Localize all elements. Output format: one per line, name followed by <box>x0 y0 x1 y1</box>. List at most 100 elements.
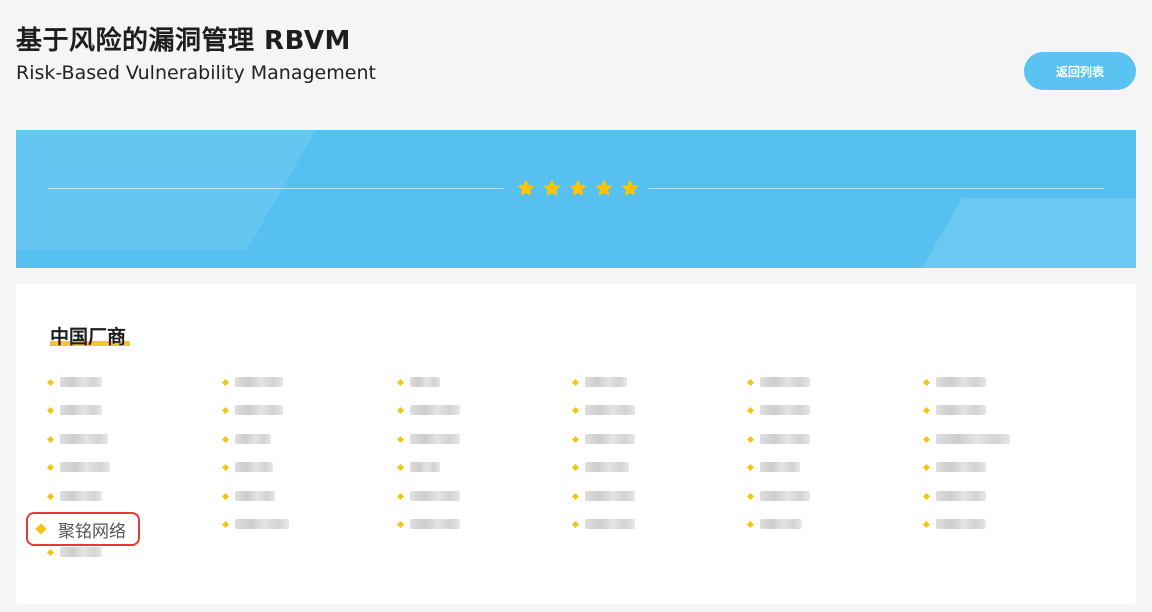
vendor-item[interactable] <box>922 400 986 420</box>
diamond-bullet-icon <box>571 378 580 386</box>
vendor-name-obscured <box>936 519 986 529</box>
banner-decoration <box>869 198 1136 268</box>
diamond-bullet-icon <box>46 548 55 556</box>
vendor-name-obscured <box>60 434 108 444</box>
vendor-name-obscured <box>936 405 986 415</box>
diamond-bullet-icon <box>922 378 931 386</box>
diamond-bullet-icon <box>46 435 55 443</box>
vendor-item[interactable] <box>46 457 110 477</box>
vendor-item[interactable] <box>396 486 460 506</box>
vendor-item[interactable] <box>746 429 810 449</box>
diamond-bullet-icon <box>922 520 931 528</box>
diamond-bullet-icon <box>746 492 755 500</box>
vendor-name-obscured <box>410 377 440 387</box>
vendor-name: 聚铭网络 <box>58 521 126 542</box>
vendor-item[interactable] <box>46 400 102 420</box>
vendor-item[interactable] <box>571 429 635 449</box>
vendor-name-obscured <box>235 519 289 529</box>
star-icon <box>517 179 535 196</box>
diamond-bullet-icon <box>46 378 55 386</box>
diamond-bullet-icon <box>221 520 230 528</box>
back-to-list-button[interactable]: 返回列表 <box>1024 52 1136 90</box>
vendor-item[interactable] <box>922 429 1010 449</box>
vendor-item-highlighted[interactable]: 聚铭网络 <box>26 512 140 546</box>
vendor-name-obscured <box>585 491 635 501</box>
vendor-item[interactable] <box>571 400 635 420</box>
diamond-bullet-icon <box>46 492 55 500</box>
vendor-item[interactable] <box>571 372 627 392</box>
diamond-bullet-icon <box>922 406 931 414</box>
vendor-name-obscured <box>60 377 102 387</box>
diamond-bullet-icon <box>46 463 55 471</box>
vendor-item[interactable] <box>396 514 460 534</box>
vendor-item[interactable] <box>46 486 102 506</box>
vendor-item[interactable] <box>922 372 986 392</box>
vendor-list <box>46 372 1116 572</box>
vendor-name-obscured <box>936 434 1010 444</box>
vendor-name-obscured <box>585 434 635 444</box>
diamond-bullet-icon <box>221 435 230 443</box>
diamond-bullet-icon <box>396 463 405 471</box>
vendor-name-obscured <box>936 462 986 472</box>
vendor-name-obscured <box>60 462 110 472</box>
page-subtitle: Risk-Based Vulnerability Management <box>16 62 376 84</box>
vendor-item[interactable] <box>396 457 440 477</box>
diamond-bullet-icon <box>396 378 405 386</box>
vendor-item[interactable] <box>922 486 986 506</box>
diamond-bullet-icon <box>571 463 580 471</box>
star-icon <box>543 179 561 196</box>
vendor-item[interactable] <box>221 400 283 420</box>
vendor-item[interactable] <box>746 514 802 534</box>
page-header: 基于风险的漏洞管理 RBVM Risk-Based Vulnerability … <box>16 18 1136 98</box>
vendor-name-obscured <box>60 491 102 501</box>
vendor-item[interactable] <box>746 457 800 477</box>
vendor-item[interactable] <box>746 486 810 506</box>
vendor-name-obscured <box>760 491 810 501</box>
diamond-bullet-icon <box>221 463 230 471</box>
vendor-item[interactable] <box>571 457 629 477</box>
vendor-name-obscured <box>760 405 810 415</box>
vendor-name-obscured <box>235 434 271 444</box>
diamond-bullet-icon <box>221 406 230 414</box>
vendor-name-obscured <box>585 462 629 472</box>
vendor-name-obscured <box>235 462 273 472</box>
banner-divider-left <box>48 188 504 189</box>
vendor-item[interactable] <box>221 429 271 449</box>
diamond-bullet-icon <box>922 435 931 443</box>
vendor-item[interactable] <box>922 514 986 534</box>
diamond-bullet-icon <box>571 435 580 443</box>
vendor-item[interactable] <box>396 429 460 449</box>
vendor-name-obscured <box>60 547 102 557</box>
vendor-name-obscured <box>235 491 275 501</box>
vendor-name-obscured <box>760 434 810 444</box>
star-icon <box>569 179 587 196</box>
rating-banner <box>16 130 1136 268</box>
vendor-card: 中国厂商 聚铭网络 <box>16 284 1136 604</box>
vendor-item[interactable] <box>221 514 289 534</box>
vendor-name-obscured <box>410 462 440 472</box>
vendor-item[interactable] <box>221 457 273 477</box>
vendor-item[interactable] <box>221 486 275 506</box>
vendor-item[interactable] <box>221 372 283 392</box>
vendor-name-obscured <box>410 434 460 444</box>
vendor-item[interactable] <box>746 400 810 420</box>
vendor-name-obscured <box>585 377 627 387</box>
vendor-item[interactable] <box>46 429 108 449</box>
star-icon <box>621 179 639 196</box>
diamond-bullet-icon <box>922 463 931 471</box>
vendor-item[interactable] <box>396 372 440 392</box>
diamond-bullet-icon <box>571 520 580 528</box>
diamond-bullet-icon <box>396 520 405 528</box>
vendor-item[interactable] <box>46 372 102 392</box>
vendor-item[interactable] <box>746 372 810 392</box>
vendor-item[interactable] <box>396 400 460 420</box>
section-title: 中国厂商 <box>50 326 127 348</box>
vendor-item[interactable] <box>571 486 635 506</box>
vendor-name-obscured <box>760 519 802 529</box>
vendor-name-obscured <box>410 519 460 529</box>
vendor-name-obscured <box>936 377 986 387</box>
vendor-name-obscured <box>410 405 460 415</box>
vendor-item[interactable] <box>922 457 986 477</box>
vendor-item[interactable] <box>571 514 635 534</box>
diamond-bullet-icon <box>46 406 55 414</box>
